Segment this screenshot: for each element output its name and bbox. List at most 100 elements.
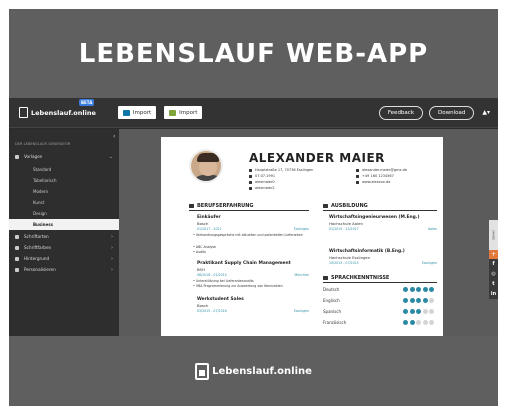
language-level-dot: [429, 309, 434, 314]
education-dates[interactable]: 01/2015 - 12/2017: [329, 227, 359, 231]
app-window: Lebenslauf.online BETA Import Import Fee…: [9, 98, 498, 336]
beta-badge: BETA: [79, 99, 95, 106]
experience-heading[interactable]: BERUFSERFAHRUNG: [189, 203, 254, 209]
job-title[interactable]: Einkäufer: [197, 215, 221, 220]
job-company[interactable]: Bosch: [197, 221, 208, 226]
collapse-sidebar-button[interactable]: ‹: [113, 133, 115, 140]
instagram-icon[interactable]: ◎: [489, 269, 498, 279]
template-option-active[interactable]: Business: [9, 219, 119, 230]
contact-phone[interactable]: +49 160 1234567: [356, 174, 394, 178]
facebook-icon[interactable]: f: [489, 259, 498, 269]
job-location[interactable]: Esslingen: [279, 227, 309, 231]
language-level-dot: [416, 287, 421, 292]
job-title[interactable]: Praktikant Supply Chain Management: [197, 261, 291, 266]
job-bullet[interactable]: • ABC Analyse: [193, 245, 216, 249]
background-icon: [15, 256, 19, 261]
education-location[interactable]: Aalen: [407, 227, 437, 231]
resume-name[interactable]: ALEXANDER MAIER: [249, 151, 385, 165]
sidebar-item-vorlagen[interactable]: Vorlagen ⌄: [9, 151, 119, 162]
template-icon: [15, 154, 19, 159]
language-level-dot: [409, 320, 415, 325]
job-bullet[interactable]: • Audits: [193, 250, 206, 254]
home-icon: [249, 168, 252, 172]
sidebar-item-label: Hintergrund: [24, 256, 50, 261]
sidebar-item-hintergrund[interactable]: Hintergrund ›: [9, 253, 119, 264]
feedback-button[interactable]: Feedback: [378, 105, 424, 120]
language-level-dot: [403, 287, 408, 292]
app-logo[interactable]: Lebenslauf.online BETA: [19, 99, 96, 118]
language-level-dot: [429, 298, 434, 303]
language-name[interactable]: Englisch: [323, 298, 340, 303]
contact-social-1[interactable]: alexmaier0: [249, 180, 275, 184]
download-button[interactable]: Download: [429, 105, 475, 120]
language-level-dot: [403, 320, 408, 325]
language-level-dot: [416, 320, 421, 325]
language-name[interactable]: Deutsch: [323, 287, 339, 292]
degree-title[interactable]: Wirtschaftsingenieurwesen (M.Eng.): [329, 215, 419, 220]
job-dates[interactable]: 03/2015 - 07/2016: [197, 309, 227, 313]
job-dates[interactable]: 08/2016 - 01/2015: [197, 273, 227, 277]
logo-icon: [195, 362, 210, 380]
job-location[interactable]: München: [279, 273, 309, 277]
language-level[interactable]: [403, 298, 436, 303]
contact-social-2[interactable]: alexmaier2: [249, 186, 275, 190]
job-bullet[interactable]: • VBA Programmierung zur Auswertung von …: [193, 284, 283, 288]
job-dates[interactable]: 01/2017 - 2021: [197, 227, 222, 231]
education-heading[interactable]: AUSBILDUNG: [323, 203, 368, 209]
user-menu[interactable]: ▲▾: [482, 109, 490, 116]
sidebar-heading: DER LEBENSLAUF-GENERATOR: [15, 142, 71, 146]
social-icon: [249, 180, 252, 184]
job-location[interactable]: Esslingen: [279, 309, 309, 313]
chevron-right-icon: ›: [111, 233, 113, 240]
linkedin-icon[interactable]: in: [489, 289, 498, 299]
template-option[interactable]: Tabellarisch: [9, 175, 119, 186]
education-dates[interactable]: 10/2015 - 07/2015: [329, 261, 359, 265]
language-level-dot: [416, 309, 421, 314]
sidebar-item-schriftfarben[interactable]: Schriftfarben ›: [9, 242, 119, 253]
languages-heading[interactable]: SPRACHKENNTNISSE: [323, 275, 389, 281]
template-option[interactable]: Design: [9, 208, 119, 219]
section-divider: [189, 210, 309, 211]
education-location[interactable]: Esslingen: [407, 261, 437, 265]
language-level-dot: [409, 309, 415, 314]
language-level[interactable]: [403, 309, 436, 314]
template-option[interactable]: Modern: [9, 186, 119, 197]
hero-title: LEBENSLAUF WEB-APP: [78, 38, 429, 69]
sidebar-item-personalisieren[interactable]: Personalisieren ›: [9, 264, 119, 275]
resume-page[interactable]: ALEXANDER MAIER Hauptstraße 17, 70736 Es…: [161, 137, 443, 336]
personalize-icon: [15, 267, 19, 272]
language-level-dot: [429, 320, 434, 325]
contact-email[interactable]: alexander.maier@gmx.de: [356, 168, 407, 172]
plus-icon[interactable]: +: [489, 250, 498, 259]
sidebar-item-schriftarten[interactable]: Schriftarten ›: [9, 231, 119, 242]
twitter-icon[interactable]: t: [489, 279, 498, 289]
linkedin-import-button[interactable]: Import: [117, 106, 157, 119]
contact-website[interactable]: www.alexxxx.de: [356, 180, 390, 184]
xing-icon: [169, 109, 177, 116]
template-option[interactable]: Standard: [9, 164, 119, 175]
logo-text: Lebenslauf.online: [31, 108, 96, 117]
template-option[interactable]: Kunst: [9, 197, 119, 208]
profile-photo[interactable]: [189, 149, 223, 183]
school-name[interactable]: Hochschule Aalen: [329, 221, 363, 226]
contact-address[interactable]: Hauptstraße 17, 70736 Esslingen: [249, 168, 313, 172]
sidebar-item-label: Personalisieren: [24, 267, 56, 272]
job-company[interactable]: Bosch: [197, 303, 208, 308]
sidebar: ‹ DER LEBENSLAUF-GENERATOR Vorlagen ⌄ St…: [9, 129, 119, 336]
chevron-down-icon: ⌄: [108, 153, 113, 160]
job-title[interactable]: Werkstudent Sales: [197, 297, 244, 302]
job-company[interactable]: BSH: [197, 267, 205, 272]
language-name[interactable]: Französisch: [323, 320, 346, 325]
contact-birthdate[interactable]: 07.07.1991: [249, 174, 275, 178]
job-bullet[interactable]: • Verhandlungsgespräche mit aktuellen un…: [193, 233, 303, 237]
degree-title[interactable]: Wirtschaftsinformatik (B.Eng.): [329, 249, 405, 254]
language-level-dot: [409, 298, 415, 303]
language-name[interactable]: Spanisch: [323, 309, 341, 314]
job-bullet[interactable]: • Unterstützung bei Lieferantenaudits: [193, 279, 254, 283]
school-name[interactable]: Hochschule Esslingen: [329, 255, 370, 260]
xing-import-button[interactable]: Import: [164, 106, 203, 119]
language-level[interactable]: [403, 320, 436, 325]
language-level-dot: [429, 287, 434, 292]
chevron-right-icon: ›: [111, 255, 113, 262]
language-level[interactable]: [403, 287, 436, 292]
